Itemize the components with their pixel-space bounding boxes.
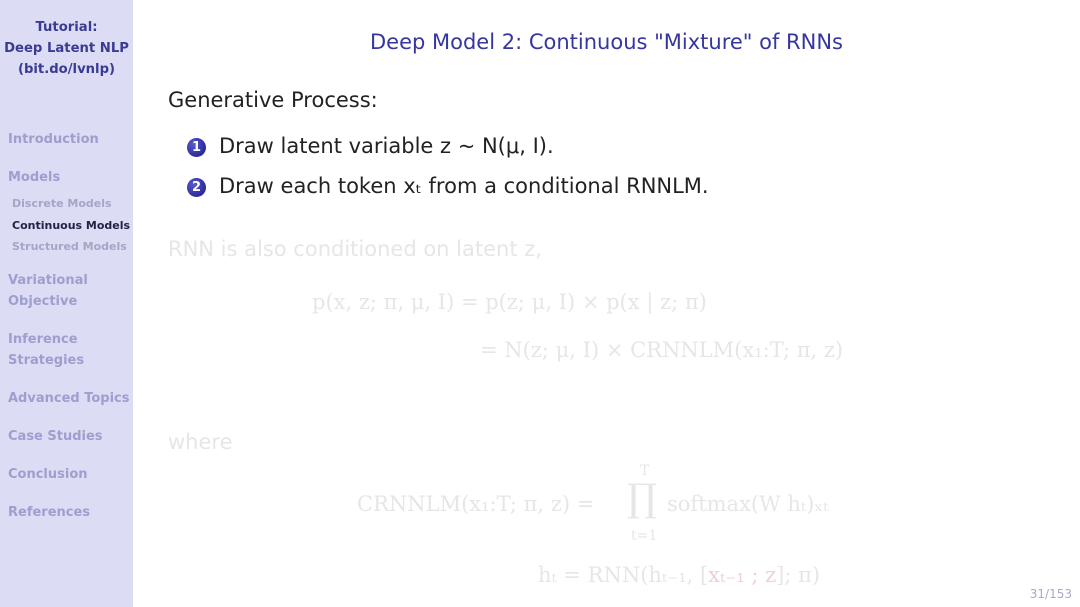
- equation-part: ]; π): [776, 563, 821, 587]
- title-line: (bit.do/lvnlp): [17, 62, 116, 77]
- step-number-badge: 1: [187, 138, 206, 157]
- faded-equation: p(x, z; π, μ, I) = p(z; μ, I) × p(x | z;…: [312, 290, 707, 314]
- sidebar-item-conclusion[interactable]: Conclusion: [8, 464, 88, 485]
- title-line: Tutorial:: [35, 20, 98, 35]
- faded-equation: softmax(W hₜ)ₓₜ: [667, 492, 829, 516]
- step-number-badge: 2: [187, 178, 206, 197]
- sidebar-subitem-discrete-models[interactable]: Discrete Models: [12, 197, 112, 210]
- faded-equation: CRNNLM(x₁:T; π, z) =: [357, 492, 595, 516]
- sidebar-item-references[interactable]: References: [8, 502, 90, 523]
- step-text: Draw each token xₜ from a conditional RN…: [219, 174, 709, 198]
- sidebar-navigation: Tutorial: Deep Latent NLP (bit.do/lvnlp)…: [0, 0, 133, 607]
- page-number: 31/153: [1029, 587, 1072, 601]
- sidebar-item-case-studies[interactable]: Case Studies: [8, 426, 103, 447]
- section-heading: Generative Process:: [168, 88, 378, 112]
- step-text: Draw latent variable z ~ N(μ, I).: [219, 134, 554, 158]
- equation-highlight: xₜ₋₁ ; z: [708, 563, 777, 587]
- slide-title: Deep Model 2: Continuous "Mixture" of RN…: [369, 30, 843, 54]
- sidebar-subitem-continuous-models[interactable]: Continuous Models: [12, 219, 130, 232]
- faded-where-text: where: [168, 430, 233, 454]
- sidebar-item-variational-objective[interactable]: Variational Objective: [8, 270, 88, 312]
- faded-intro-text: RNN is also conditioned on latent z,: [168, 237, 542, 261]
- product-lower-limit: t=1: [631, 528, 658, 544]
- equation-part: hₜ = RNN(hₜ₋₁, [: [538, 563, 709, 587]
- faded-equation: hₜ = RNN(hₜ₋₁, [xₜ₋₁ ; z]; π): [538, 563, 820, 587]
- faded-equation: = N(z; μ, I) × CRNNLM(x₁:T; π, z): [480, 338, 844, 362]
- presentation-title[interactable]: Tutorial: Deep Latent NLP (bit.do/lvnlp): [0, 17, 133, 80]
- sidebar-subitem-structured-models[interactable]: Structured Models: [12, 240, 127, 253]
- title-line: Deep Latent NLP: [4, 41, 129, 56]
- sidebar-item-models[interactable]: Models: [8, 167, 60, 188]
- product-symbol: ∏: [627, 476, 658, 520]
- sidebar-item-inference-strategies[interactable]: Inference Strategies: [8, 329, 84, 371]
- sidebar-item-advanced-topics[interactable]: Advanced Topics: [8, 388, 130, 409]
- sidebar-item-introduction[interactable]: Introduction: [8, 129, 99, 150]
